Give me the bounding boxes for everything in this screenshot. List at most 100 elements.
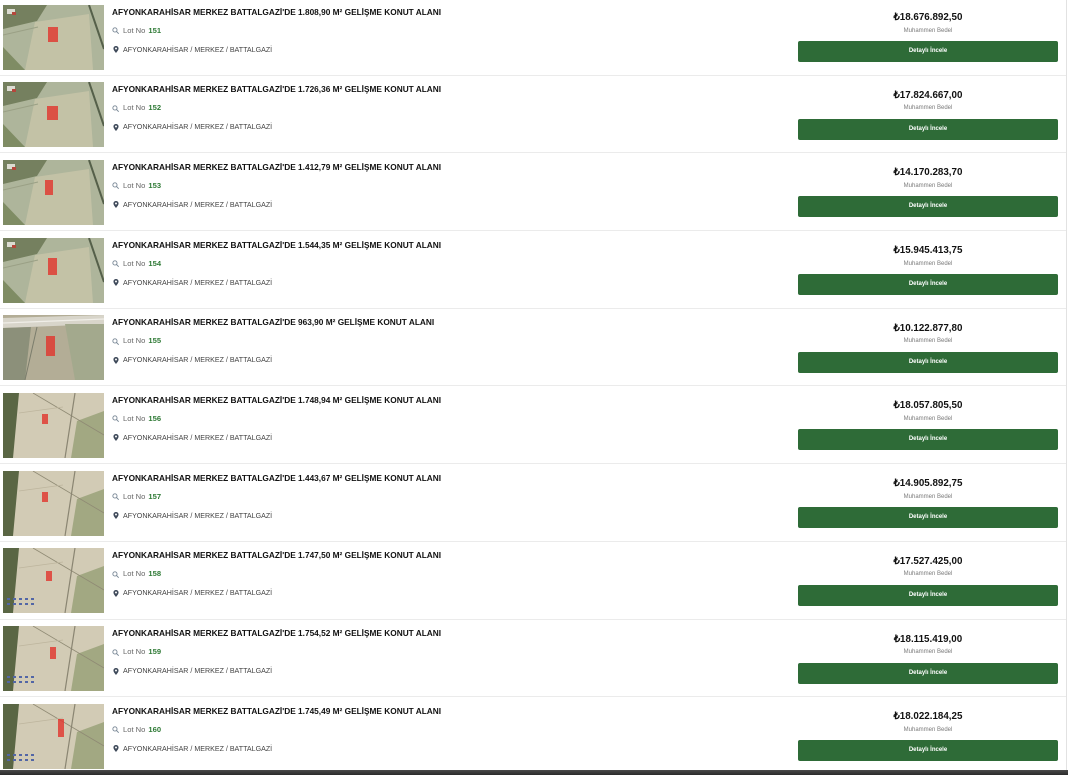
listing-thumbnail[interactable]: [3, 4, 104, 70]
search-icon: [112, 415, 119, 423]
greenhouse-dot: [13, 758, 16, 761]
parcel-marker: [48, 257, 57, 275]
details-button[interactable]: Detaylı İncele: [798, 662, 1058, 684]
greenhouse-dot: [7, 681, 10, 683]
lot-label: Lot No: [123, 413, 146, 423]
greenhouse-dot: [31, 598, 34, 601]
details-button[interactable]: Detaylı İncele: [798, 351, 1058, 373]
footer-edge: [0, 770, 1068, 775]
price-panel: ₺17.824.667,00 Muhammen Bedel Detaylı İn…: [798, 76, 1058, 153]
listing-thumbnail[interactable]: [3, 626, 104, 691]
price-panel: ₺18.057.805,50 Muhammen Bedel Detaylı İn…: [798, 386, 1058, 463]
price-caption: Muhammen Bedel: [903, 493, 953, 500]
price-panel: ₺18.676.892,50 Muhammen Bedel Detaylı İn…: [798, 0, 1058, 75]
greenhouse-dot: [19, 753, 22, 756]
greenhouse-dot: [25, 758, 28, 761]
listing-title[interactable]: AFYONKARAHİSAR MERKEZ BATTALGAZİ'DE 1.41…: [112, 161, 441, 173]
listing-thumbnail[interactable]: [3, 470, 104, 536]
location-text: AFYONKARAHİSAR / MERKEZ / BATTALGAZİ: [123, 123, 273, 132]
listing-row: AFYONKARAHİSAR MERKEZ BATTALGAZİ'DE 1.74…: [0, 697, 1066, 775]
details-button[interactable]: Detaylı İncele: [798, 274, 1058, 296]
greenhouse-dot: [25, 603, 28, 606]
terrain-shape: [25, 91, 93, 148]
listing-title[interactable]: AFYONKARAHİSAR MERKEZ BATTALGAZİ'DE 1.80…: [112, 6, 441, 18]
search-icon-handle: [115, 30, 119, 34]
listing-title[interactable]: AFYONKARAHİSAR MERKEZ BATTALGAZİ'DE 963,…: [112, 316, 434, 328]
map-pin-shape: [113, 46, 119, 53]
map-pin-shape: [113, 512, 119, 520]
listing-thumbnail[interactable]: [3, 159, 104, 225]
price-panel: ₺18.022.184,25 Muhammen Bedel Detaylı İn…: [798, 697, 1058, 774]
lot-label: Lot No: [123, 25, 146, 35]
price-caption: Muhammen Bedel: [903, 182, 953, 189]
listing-list: AFYONKARAHİSAR MERKEZ BATTALGAZİ'DE 1.80…: [0, 0, 1067, 775]
price-panel: ₺15.945.413,75 Muhammen Bedel Detaylı İn…: [798, 231, 1058, 308]
details-button[interactable]: Detaylı İncele: [798, 429, 1058, 451]
terrain-shape: [12, 166, 16, 170]
greenhouse-dot: [13, 598, 16, 601]
listing-thumbnail[interactable]: [3, 315, 104, 381]
listing-title[interactable]: AFYONKARAHİSAR MERKEZ BATTALGAZİ'DE 1.54…: [112, 239, 441, 251]
lot-number: 154: [148, 258, 162, 268]
lot-label: Lot No: [123, 258, 146, 268]
location-text: AFYONKARAHİSAR / MERKEZ / BATTALGAZİ: [123, 278, 273, 287]
location-info: AFYONKARAHİSAR / MERKEZ / BATTALGAZİ: [112, 121, 272, 133]
details-button[interactable]: Detaylı İncele: [798, 740, 1058, 762]
greenhouse-dot: [7, 676, 10, 678]
greenhouse-dot: [7, 758, 10, 761]
map-pin-icon: [113, 279, 119, 287]
listing-title[interactable]: AFYONKARAHİSAR MERKEZ BATTALGAZİ'DE 1.74…: [112, 549, 441, 561]
lot-label: Lot No: [123, 491, 146, 501]
listing-thumbnail[interactable]: [3, 392, 104, 458]
location-info: AFYONKARAHİSAR / MERKEZ / BATTALGAZİ: [112, 665, 272, 677]
listing-title[interactable]: AFYONKARAHİSAR MERKEZ BATTALGAZİ'DE 1.44…: [112, 472, 441, 484]
details-button[interactable]: Detaylı İncele: [798, 584, 1058, 606]
map-pin-shape: [113, 356, 119, 364]
terrain-shape: [12, 11, 16, 15]
parcel-marker: [46, 336, 55, 357]
price-panel: ₺14.905.892,75 Muhammen Bedel Detaylı İn…: [798, 464, 1058, 541]
lot-number: 151: [148, 25, 162, 35]
listing-title[interactable]: AFYONKARAHİSAR MERKEZ BATTALGAZİ'DE 1.72…: [112, 83, 441, 95]
lot-info: Lot No 153: [112, 180, 161, 192]
listing-row: AFYONKARAHİSAR MERKEZ BATTALGAZİ'DE 963,…: [0, 309, 1066, 387]
price-panel: ₺17.527.425,00 Muhammen Bedel Detaylı İn…: [798, 542, 1058, 619]
map-pin-icon: [113, 356, 119, 364]
greenhouse-dot: [31, 681, 34, 683]
price-panel: ₺18.115.419,00 Muhammen Bedel Detaylı İn…: [798, 620, 1058, 697]
greenhouse-dot: [31, 676, 34, 678]
listing-thumbnail[interactable]: [3, 82, 104, 148]
parcel-marker: [47, 106, 58, 121]
lot-info: Lot No 156: [112, 413, 161, 425]
lot-number: 152: [148, 103, 162, 113]
lot-label: Lot No: [123, 647, 146, 656]
location-info: AFYONKARAHİSAR / MERKEZ / BATTALGAZİ: [112, 587, 272, 599]
greenhouse-dot: [19, 758, 22, 761]
listing-thumbnail[interactable]: [3, 237, 104, 303]
terrain-shape: [25, 168, 93, 225]
listing-thumbnail[interactable]: [3, 548, 104, 614]
map-pin-shape: [113, 667, 119, 675]
lot-number: 158: [148, 569, 162, 579]
listing-title[interactable]: AFYONKARAHİSAR MERKEZ BATTALGAZİ'DE 1.74…: [112, 394, 441, 406]
lot-number: 159: [148, 647, 162, 656]
greenhouse-dot: [7, 598, 10, 601]
details-button[interactable]: Detaylı İncele: [798, 196, 1058, 218]
map-pin-icon: [113, 434, 119, 442]
listing-title[interactable]: AFYONKARAHİSAR MERKEZ BATTALGAZİ'DE 1.74…: [112, 705, 441, 717]
parcel-marker: [45, 179, 53, 195]
location-info: AFYONKARAHİSAR / MERKEZ / BATTALGAZİ: [112, 743, 272, 755]
lot-label: Lot No: [123, 569, 146, 579]
listing-thumbnail[interactable]: [3, 703, 104, 769]
lot-info: Lot No 155: [112, 335, 161, 347]
details-button[interactable]: Detaylı İncele: [798, 118, 1058, 140]
listing-title[interactable]: AFYONKARAHİSAR MERKEZ BATTALGAZİ'DE 1.75…: [112, 627, 441, 639]
lot-number: 155: [148, 336, 162, 346]
details-button[interactable]: Detaylı İncele: [798, 507, 1058, 529]
search-icon: [112, 260, 119, 267]
terrain-shape: [25, 246, 93, 303]
lot-info: Lot No 160: [112, 724, 161, 736]
parcel-marker: [42, 491, 48, 502]
details-button[interactable]: Detaylı İncele: [798, 41, 1058, 62]
greenhouse-dot: [25, 598, 28, 601]
